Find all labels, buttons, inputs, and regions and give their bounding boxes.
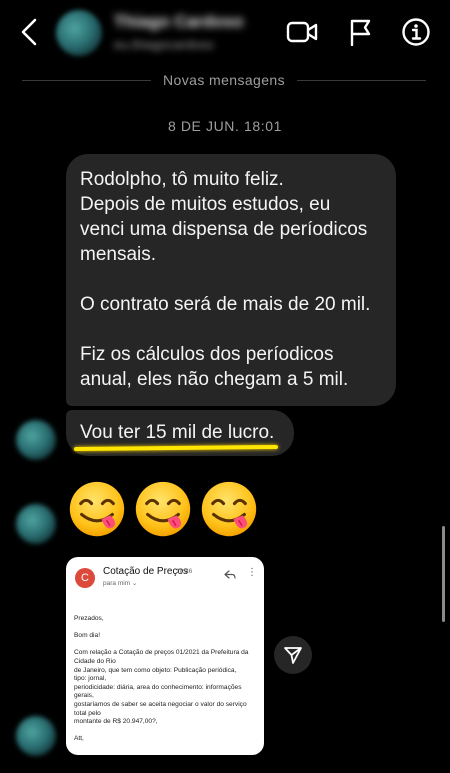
email-line: total pelo	[74, 709, 101, 717]
sender-avatar[interactable]	[16, 504, 56, 544]
message-line: O contrato será de mais de 20 mil.	[80, 294, 371, 315]
email-line: montante de R$ 20.947,00?,	[74, 718, 158, 726]
contact-username: eu.thiagocardoso	[114, 37, 214, 52]
face-savoring-food-emoji-icon	[69, 481, 125, 537]
report-button[interactable]	[342, 14, 378, 50]
info-icon	[402, 18, 430, 46]
contact-avatar[interactable]	[56, 10, 102, 56]
chat-header: Thiago Cardoso eu.thiagocardoso	[0, 0, 450, 64]
email-body: Prezados, Bom dia! Com relação a Cotação…	[74, 615, 258, 744]
back-button[interactable]	[14, 14, 44, 50]
email-line: de Janeiro, que tem como objeto: Publica…	[74, 666, 237, 674]
highlighted-text: Vou ter 15 mil de lucro.	[80, 422, 275, 443]
email-time: 10:36	[176, 568, 193, 575]
more-vertical-icon: ⋮	[247, 567, 257, 578]
email-line: Prezados,	[74, 615, 104, 622]
reply-icon	[224, 570, 236, 579]
message-line: Rodolpho, tô muito feliz.	[80, 169, 284, 190]
email-line: Cidade do Rio	[74, 657, 116, 665]
message-bubble[interactable]: Rodolpho, tô muito feliz. Depois de muit…	[66, 154, 396, 406]
sender-avatar[interactable]	[16, 716, 56, 756]
sender-avatar[interactable]	[16, 420, 56, 460]
email-screenshot-image[interactable]: C Cotação de Preços 10:36 para mim ⌄ ⋮ P…	[66, 557, 264, 755]
share-button[interactable]	[274, 636, 312, 674]
email-recipient: para mim ⌄	[103, 580, 138, 587]
email-line: Bom dia!	[74, 632, 101, 640]
message-line: venci uma dispensa de períodicos	[80, 219, 368, 240]
email-sender-avatar: C	[75, 568, 95, 588]
email-line: gerais,	[74, 692, 94, 700]
chevron-left-icon	[21, 18, 37, 46]
video-call-button[interactable]	[284, 14, 320, 50]
message-timestamp: 8 DE JUN. 18:01	[167, 118, 283, 134]
email-line: gostaríamos de saber se aceita negociar …	[74, 700, 247, 708]
message-line: anual, eles não chegam a 5 mil.	[80, 369, 349, 390]
emoji-message[interactable]	[68, 480, 258, 538]
new-messages-divider: Novas mensagens	[22, 70, 427, 90]
email-line: Com relação a Cotação de preços 01/2021 …	[74, 649, 249, 657]
email-line: periodicidade: diária, area do conhecime…	[74, 683, 242, 691]
send-icon	[284, 647, 302, 664]
message-line: mensais.	[80, 244, 157, 265]
email-to: para mim	[103, 580, 131, 587]
scrollbar[interactable]	[442, 526, 445, 622]
info-button[interactable]	[398, 14, 434, 50]
message-bubble-highlighted[interactable]: Vou ter 15 mil de lucro.	[66, 410, 294, 456]
new-messages-label: Novas mensagens	[163, 72, 285, 88]
face-savoring-food-emoji-icon	[135, 481, 191, 537]
face-savoring-food-emoji-icon	[201, 481, 257, 537]
message-line: Fiz os cálculos dos períodicos	[80, 344, 334, 365]
email-line: Att,	[74, 735, 84, 743]
flag-icon	[350, 19, 371, 46]
email-line: tipo: jornal,	[74, 675, 107, 683]
divider-line	[296, 79, 427, 81]
contact-name[interactable]: Thiago Cardoso	[114, 12, 243, 32]
video-camera-icon	[286, 21, 318, 43]
divider-line	[22, 79, 152, 81]
message-line: Depois de muitos estudos, eu	[80, 194, 331, 215]
